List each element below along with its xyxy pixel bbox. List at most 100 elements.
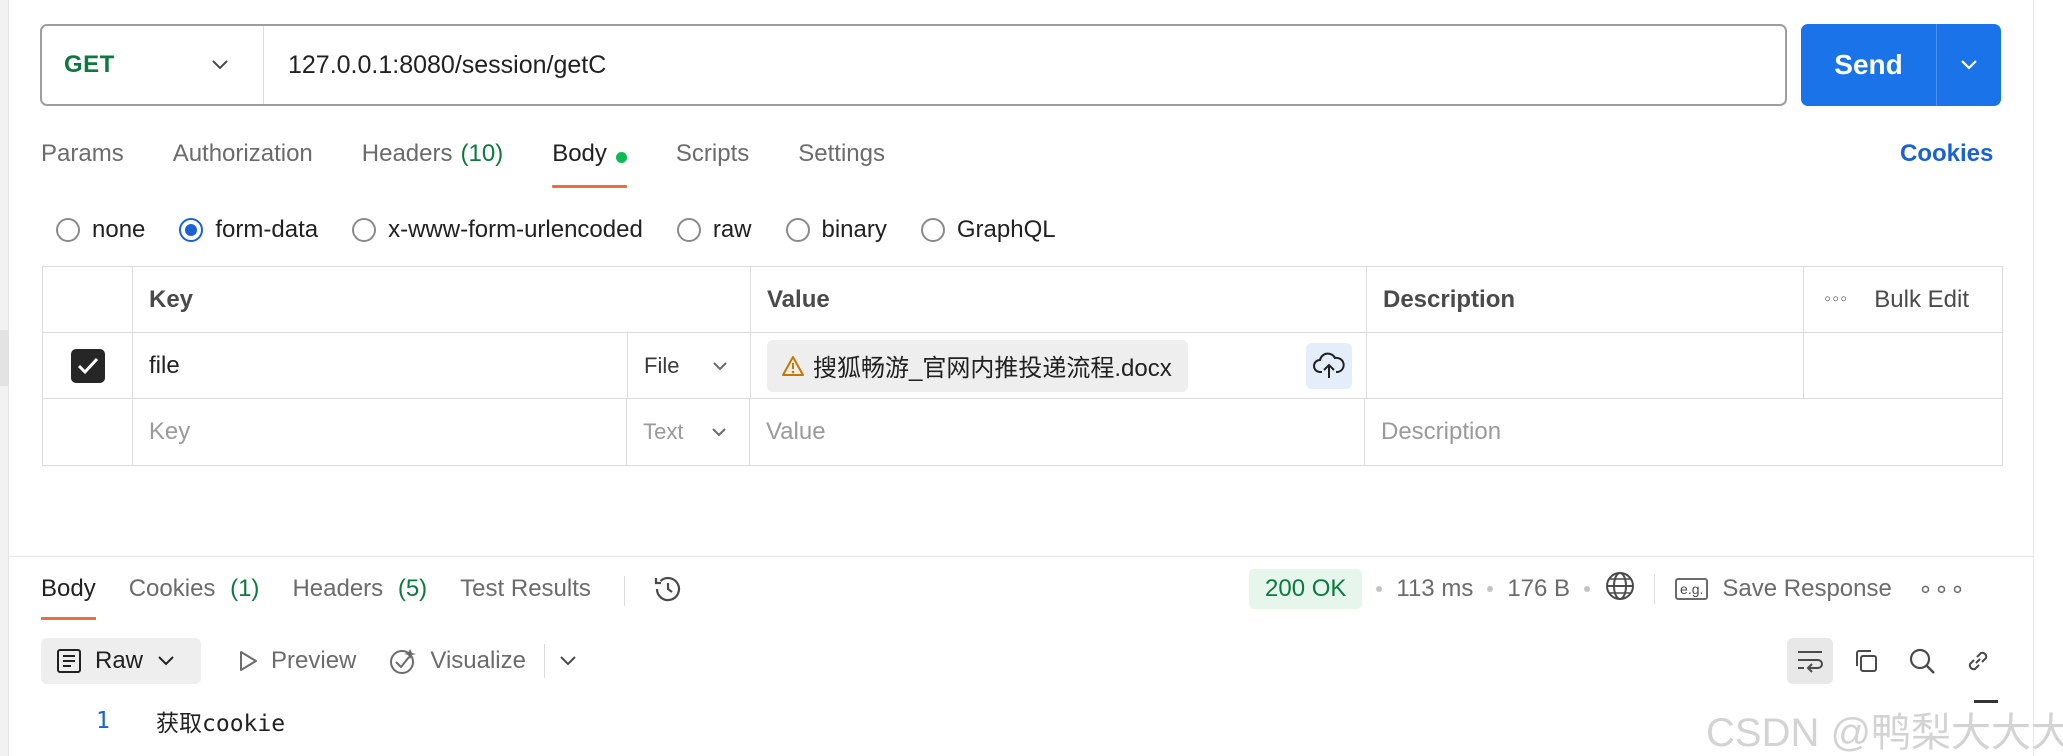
resp-tab-headers[interactable]: Headers (5) xyxy=(292,570,427,622)
response-tabs: Body Cookies (1) Headers (5) Test Result… xyxy=(41,570,685,622)
send-button[interactable]: Send xyxy=(1801,24,1937,106)
search-button[interactable] xyxy=(1899,638,1945,684)
globe-icon xyxy=(1606,571,1635,600)
description-cell[interactable] xyxy=(1367,333,1804,398)
radio-checked-icon xyxy=(179,218,204,242)
modified-dot-icon xyxy=(615,152,627,163)
file-chip[interactable]: 搜狐畅游_官网内推投递流程.docx xyxy=(767,339,1188,392)
radio-label: none xyxy=(92,216,146,243)
tab-headers[interactable]: Headers (10) xyxy=(362,136,503,188)
checkmark-icon xyxy=(77,357,98,374)
more-options-icon[interactable]: ∘∘∘ xyxy=(1918,575,1966,604)
wrap-lines-button[interactable] xyxy=(1787,638,1833,684)
table-row: file File 搜狐畅游_官网内推投递流程.docx xyxy=(43,333,2002,399)
tab-authorization[interactable]: Authorization xyxy=(173,136,313,188)
tab-body[interactable]: Body xyxy=(552,136,627,188)
warning-icon xyxy=(782,355,804,376)
url-input[interactable]: 127.0.0.1:8080/session/getC xyxy=(264,26,1785,104)
line-content: 获取cookie xyxy=(156,711,286,737)
resp-tab-cookies[interactable]: Cookies (1) xyxy=(129,570,260,622)
radio-none[interactable]: none xyxy=(56,216,145,244)
tab-scripts[interactable]: Scripts xyxy=(676,136,749,188)
upload-file-button[interactable] xyxy=(1306,343,1352,389)
more-options-icon: ◦◦◦ xyxy=(1824,288,1849,310)
response-time[interactable]: 113 ms xyxy=(1396,575,1473,603)
type-select[interactable]: Text xyxy=(627,399,750,465)
resp-tab-body[interactable]: Body xyxy=(41,570,96,622)
radio-raw[interactable]: raw xyxy=(676,216,752,244)
example-icon: e.g. xyxy=(1675,578,1709,600)
tab-count: (5) xyxy=(397,575,428,602)
header-value: Value xyxy=(751,267,1367,332)
format-select[interactable]: Raw xyxy=(41,638,202,684)
response-size[interactable]: 176 B xyxy=(1507,575,1570,603)
radio-binary[interactable]: binary xyxy=(785,216,887,244)
method-select[interactable]: GET xyxy=(42,26,264,104)
status-badge[interactable]: 200 OK xyxy=(1249,569,1363,609)
header-check-cell xyxy=(43,267,133,332)
chevron-down-icon xyxy=(158,656,174,666)
chevron-down-icon xyxy=(212,60,228,70)
send-button-group: Send xyxy=(1801,24,2001,106)
method-label: GET xyxy=(64,51,115,78)
save-response-button[interactable]: e.g. Save Response xyxy=(1675,575,1892,603)
radio-icon xyxy=(785,218,810,242)
history-button[interactable] xyxy=(651,572,685,611)
row-enabled-checkbox[interactable] xyxy=(70,348,105,383)
send-options-button[interactable] xyxy=(1937,24,2001,106)
tab-settings[interactable]: Settings xyxy=(798,136,885,188)
value-input[interactable]: Value xyxy=(750,399,1365,465)
divider xyxy=(544,644,545,678)
watermark: CSDN @鸭梨大大大 xyxy=(1706,711,2063,755)
description-input[interactable]: Description xyxy=(1365,399,2002,465)
tab-params[interactable]: Params xyxy=(41,136,124,188)
form-data-table: Key Value Description ◦◦◦ Bulk Edit file… xyxy=(42,266,2003,466)
save-response-label: Save Response xyxy=(1722,575,1892,602)
url-bar: GET 127.0.0.1:8080/session/getC xyxy=(40,24,1787,106)
extra-cell xyxy=(1804,333,2002,398)
response-tools xyxy=(1787,638,2011,684)
divider xyxy=(623,576,625,606)
response-meta: 200 OK 113 ms 176 B e.g. Save Response ∘… xyxy=(1249,568,1966,610)
response-divider[interactable] xyxy=(9,556,2033,557)
cookies-link[interactable]: Cookies xyxy=(1900,140,1993,168)
radio-label: x-www-form-urlencoded xyxy=(388,216,643,243)
visualize-label: Visualize xyxy=(430,647,526,674)
header-description: Description xyxy=(1367,267,1804,332)
response-body-line[interactable]: 1 获取cookie xyxy=(96,704,285,738)
bulk-edit-label: Bulk Edit xyxy=(1874,285,1969,313)
history-icon xyxy=(654,576,680,602)
tab-label: Params xyxy=(41,140,124,167)
link-button[interactable] xyxy=(1955,638,2001,684)
preview-button[interactable]: Preview xyxy=(237,647,356,675)
type-label: Text xyxy=(643,419,684,444)
network-button[interactable] xyxy=(1604,570,1636,609)
visualize-options-button[interactable] xyxy=(559,655,589,667)
separator-dot xyxy=(1584,586,1591,592)
body-type-options: none form-data x-www-form-urlencoded raw… xyxy=(56,210,1090,250)
tab-label: Scripts xyxy=(675,140,750,167)
key-input[interactable]: Key xyxy=(133,399,628,465)
bulk-edit-button[interactable]: ◦◦◦ Bulk Edit xyxy=(1824,286,1969,314)
header-key: Key xyxy=(133,267,751,332)
resp-tab-test-results[interactable]: Test Results xyxy=(460,570,591,622)
radio-graphql[interactable]: GraphQL xyxy=(920,216,1056,244)
visualize-button[interactable]: Visualize xyxy=(386,645,526,677)
tab-label: Authorization xyxy=(172,140,313,167)
copy-button[interactable] xyxy=(1843,638,1889,684)
right-scroll-gutter xyxy=(2033,0,2063,756)
radio-icon xyxy=(920,218,945,242)
key-cell[interactable]: file xyxy=(133,333,628,398)
radio-x-www-form-urlencoded[interactable]: x-www-form-urlencoded xyxy=(352,216,643,244)
tab-label: Cookies xyxy=(128,575,216,602)
search-icon xyxy=(1909,648,1935,674)
radio-form-data[interactable]: form-data xyxy=(179,216,318,244)
document-text-icon xyxy=(57,649,81,673)
radio-label: binary xyxy=(821,216,887,243)
radio-icon xyxy=(56,218,80,242)
header-extra: ◦◦◦ Bulk Edit xyxy=(1804,267,2002,332)
type-select[interactable]: File xyxy=(628,333,751,398)
row-check-cell xyxy=(43,333,133,398)
tab-label: Settings xyxy=(798,140,885,167)
visualize-icon xyxy=(390,649,417,674)
